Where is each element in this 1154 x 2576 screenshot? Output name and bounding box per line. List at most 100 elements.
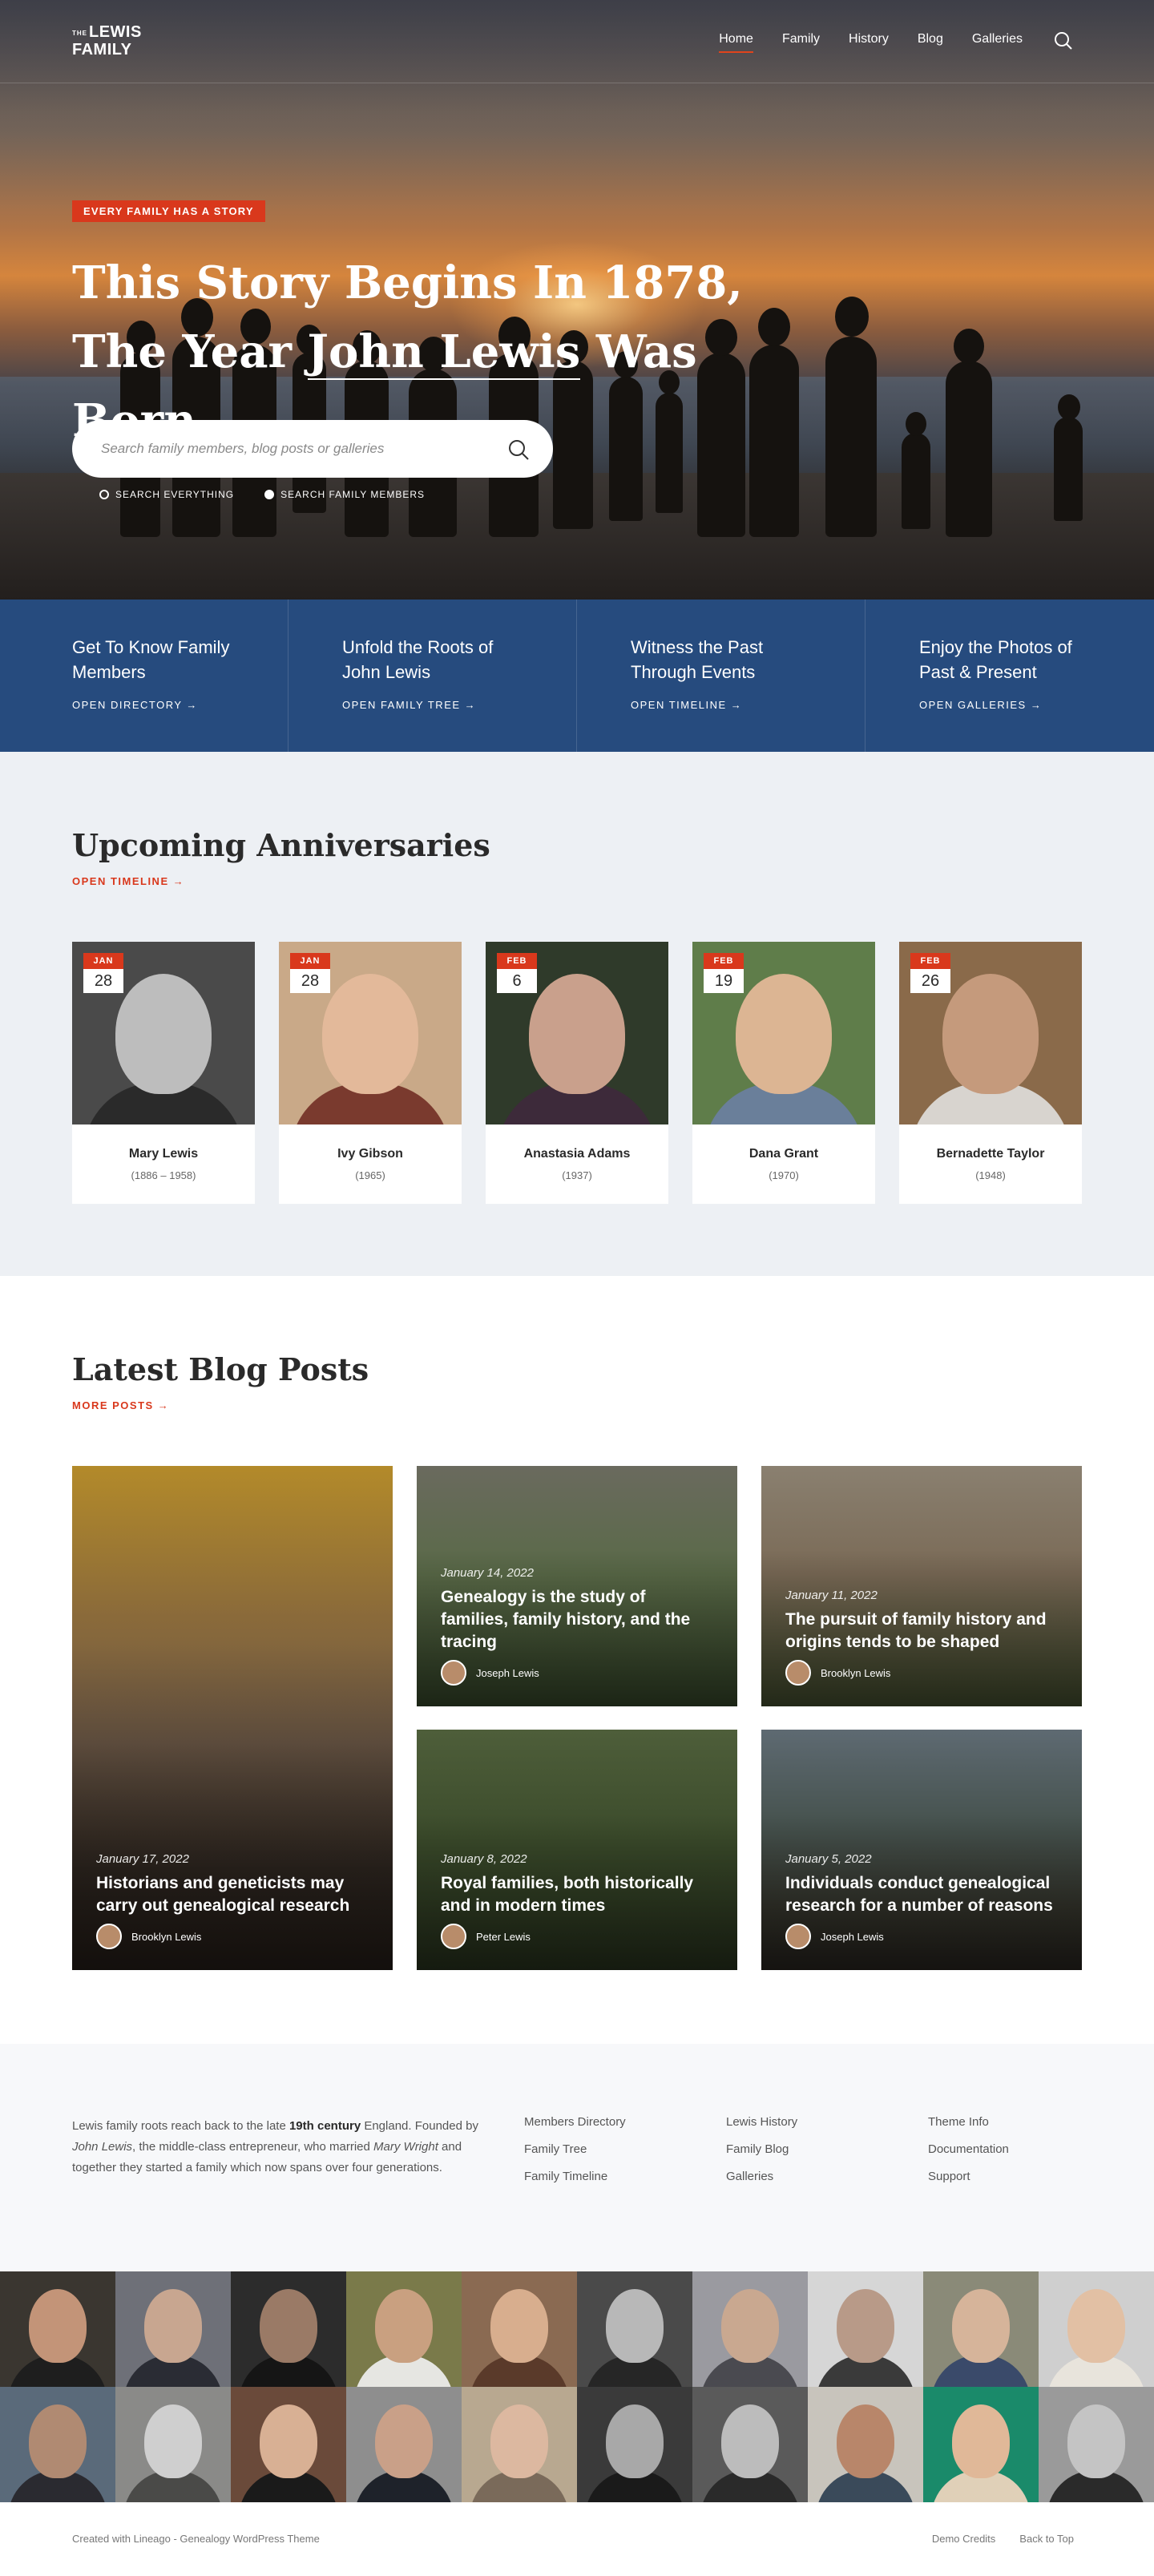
gallery-photo[interactable] <box>231 2387 346 2502</box>
blog-post-featured[interactable]: January 17, 2022 Historians and genetici… <box>72 1466 393 1970</box>
gallery-photo[interactable] <box>692 2387 808 2502</box>
hero-title-highlight[interactable]: John Lewis <box>307 325 581 380</box>
post-meta: January 11, 2022 The pursuit of family h… <box>785 1589 1058 1686</box>
anniversary-card[interactable]: FEB 26 Bernadette Taylor (1948) <box>899 942 1082 1204</box>
footer-link-galleries[interactable]: Galleries <box>726 2169 797 2185</box>
footer-link-members-directory[interactable]: Members Directory <box>524 2114 626 2130</box>
radio-search-family-members[interactable]: SEARCH FAMILY MEMBERS <box>264 489 425 500</box>
gallery-photo[interactable] <box>115 2271 231 2387</box>
member-name: Bernadette Taylor <box>936 1147 1045 1161</box>
feature-link[interactable]: OPEN TIMELINE → <box>631 699 865 711</box>
member-photo: FEB 26 <box>899 942 1082 1124</box>
gallery-photo[interactable] <box>462 2271 577 2387</box>
blog-post[interactable]: January 11, 2022 The pursuit of family h… <box>761 1466 1082 1706</box>
anniversary-card[interactable]: JAN 28 Mary Lewis (1886 – 1958) <box>72 942 255 1204</box>
anniversaries-title: Upcoming Anniversaries <box>72 827 490 863</box>
radio-search-everything[interactable]: SEARCH EVERYTHING <box>99 489 234 500</box>
feature-title: Witness the Past Through Events <box>631 637 764 682</box>
hero-title-pre: The Year <box>72 325 308 378</box>
post-author[interactable]: Joseph Lewis <box>785 1924 1058 1949</box>
hero-badge: EVERY FAMILY HAS A STORY <box>72 200 265 222</box>
date-month: JAN <box>83 953 123 969</box>
blog-title: Latest Blog Posts <box>72 1351 369 1387</box>
anniversary-card[interactable]: FEB 6 Anastasia Adams (1937) <box>486 942 668 1204</box>
feature-link[interactable]: OPEN GALLERIES → <box>919 699 1154 711</box>
gallery-photo[interactable] <box>923 2387 1039 2502</box>
anniversaries-section: Upcoming Anniversaries OPEN TIMELINE → J… <box>0 752 1154 1276</box>
anniversary-card[interactable]: FEB 19 Dana Grant (1970) <box>692 942 875 1204</box>
nav-family[interactable]: Family <box>782 32 820 53</box>
post-title[interactable]: Individuals conduct genealogical researc… <box>785 1872 1058 1917</box>
radio-dot <box>99 490 109 499</box>
footer-link-family-blog[interactable]: Family Blog <box>726 2142 797 2158</box>
blog-post[interactable]: January 5, 2022 Individuals conduct gene… <box>761 1730 1082 1970</box>
nav-history[interactable]: History <box>849 32 889 53</box>
post-date: January 14, 2022 <box>441 1566 534 1580</box>
member-years: (1970) <box>769 1169 799 1181</box>
feature-link[interactable]: OPEN DIRECTORY → <box>72 699 288 711</box>
back-to-top-link[interactable]: Back to Top <box>1019 2533 1074 2545</box>
footer-column-2: Lewis History Family Blog Galleries <box>726 2114 797 2185</box>
date-day: 28 <box>83 969 123 993</box>
gallery-photo[interactable] <box>808 2387 923 2502</box>
hero-search-input[interactable] <box>101 436 486 462</box>
gallery-photo[interactable] <box>1039 2271 1154 2387</box>
feature-link[interactable]: OPEN FAMILY TREE → <box>342 699 576 711</box>
theme-credit[interactable]: Created with Lineago - Genealogy WordPre… <box>72 2533 320 2545</box>
post-title[interactable]: The pursuit of family history and origin… <box>785 1609 1058 1653</box>
post-title[interactable]: Genealogy is the study of families, fami… <box>441 1586 713 1653</box>
member-name: Anastasia Adams <box>523 1147 631 1161</box>
gallery-photo[interactable] <box>808 2271 923 2387</box>
post-author[interactable]: Brooklyn Lewis <box>96 1924 369 1949</box>
gallery-photo[interactable] <box>1039 2387 1154 2502</box>
post-title[interactable]: Royal families, both historically and in… <box>441 1872 713 1917</box>
gallery-photo[interactable] <box>577 2387 692 2502</box>
feature-timeline[interactable]: Witness the Past Through Events OPEN TIM… <box>577 600 866 752</box>
author-name: Joseph Lewis <box>476 1666 539 1679</box>
site-footer: Lewis family roots reach back to the lat… <box>0 2044 1154 2271</box>
nav-home[interactable]: Home <box>719 32 753 53</box>
footer-link-lewis-history[interactable]: Lewis History <box>726 2114 797 2130</box>
feature-family-tree[interactable]: Unfold the Roots of John Lewis OPEN FAMI… <box>288 600 577 752</box>
footer-link-family-timeline[interactable]: Family Timeline <box>524 2169 626 2185</box>
gallery-photo[interactable] <box>346 2387 462 2502</box>
gallery-photo[interactable] <box>692 2271 808 2387</box>
anniversaries-link[interactable]: OPEN TIMELINE → <box>72 875 184 887</box>
main-menu: Home Family History Blog Galleries <box>719 32 1023 53</box>
footer-link-theme-info[interactable]: Theme Info <box>928 2114 1009 2130</box>
gallery-photo[interactable] <box>462 2387 577 2502</box>
feature-galleries[interactable]: Enjoy the Photos of Past & Present OPEN … <box>866 600 1154 752</box>
top-navigation: THE LEWIS FAMILY Home Family History Blog… <box>0 0 1154 83</box>
post-author[interactable]: Brooklyn Lewis <box>785 1660 1058 1686</box>
nav-galleries[interactable]: Galleries <box>972 32 1023 53</box>
gallery-photo[interactable] <box>346 2271 462 2387</box>
more-posts-link[interactable]: MORE POSTS → <box>72 1399 169 1411</box>
post-author[interactable]: Peter Lewis <box>441 1924 713 1949</box>
gallery-photo[interactable] <box>0 2271 115 2387</box>
member-photo: FEB 6 <box>486 942 668 1124</box>
feature-directory[interactable]: Get To Know Family Members OPEN DIRECTOR… <box>0 600 288 752</box>
anniversary-date: JAN 28 <box>83 953 123 993</box>
footer-link-support[interactable]: Support <box>928 2169 1009 2185</box>
post-author[interactable]: Joseph Lewis <box>441 1660 713 1686</box>
blog-post[interactable]: January 8, 2022 Royal families, both his… <box>417 1730 737 1970</box>
post-title[interactable]: Historians and geneticists may carry out… <box>96 1872 369 1917</box>
search-submit-icon[interactable] <box>506 438 531 462</box>
demo-credits-link[interactable]: Demo Credits <box>932 2533 995 2545</box>
footer-link-documentation[interactable]: Documentation <box>928 2142 1009 2158</box>
hero-search-box <box>72 420 553 478</box>
anniversary-card[interactable]: JAN 28 Ivy Gibson (1965) <box>279 942 462 1204</box>
gallery-photo[interactable] <box>0 2387 115 2502</box>
gallery-photo[interactable] <box>115 2387 231 2502</box>
nav-blog[interactable]: Blog <box>918 32 943 53</box>
gallery-photo[interactable] <box>577 2271 692 2387</box>
footer-link-family-tree[interactable]: Family Tree <box>524 2142 626 2158</box>
post-meta: January 8, 2022 Royal families, both his… <box>441 1852 713 1949</box>
anniversary-cards: JAN 28 Mary Lewis (1886 – 1958) JAN 28 Ivy… <box>72 942 1082 1204</box>
gallery-photo[interactable] <box>231 2271 346 2387</box>
search-icon[interactable] <box>1053 30 1074 51</box>
site-logo[interactable]: THE LEWIS FAMILY <box>72 24 142 58</box>
blog-post[interactable]: January 14, 2022 Genealogy is the study … <box>417 1466 737 1706</box>
gallery-photo[interactable] <box>923 2271 1039 2387</box>
radio-dot-selected <box>264 490 275 499</box>
